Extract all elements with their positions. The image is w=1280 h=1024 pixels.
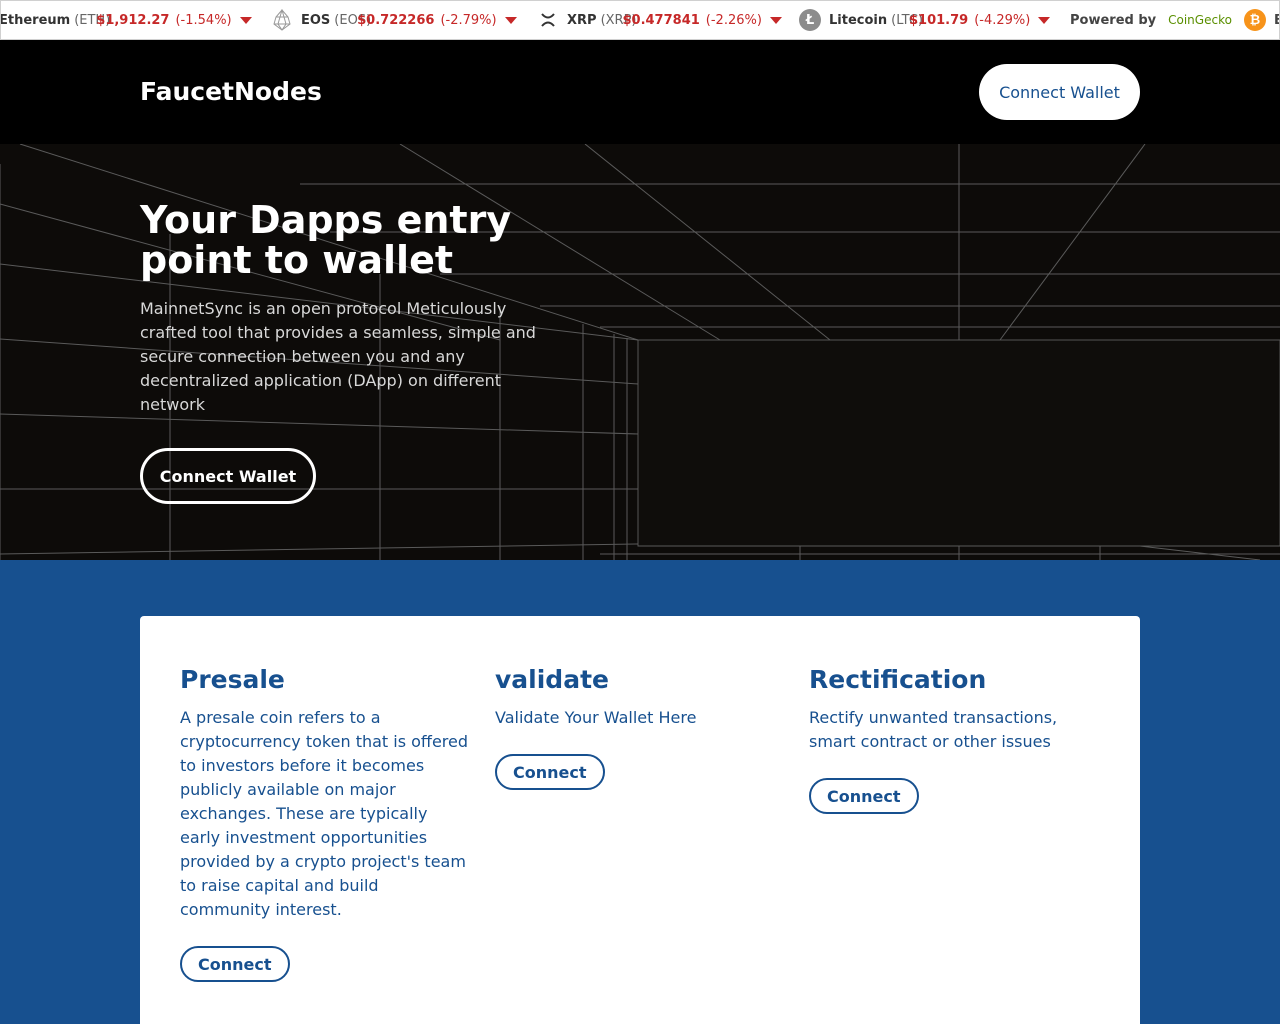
hero-section: Your Dapps entry point to wallet Mainnet… — [0, 144, 1280, 560]
service-description: Validate Your Wallet Here — [495, 708, 697, 727]
ticker-coin-name: Ethereum — [0, 12, 71, 28]
service-description: Rectify unwanted transactions, smart con… — [809, 708, 1058, 751]
ticker-coin-name: Litecoin — [829, 12, 888, 28]
service-title: Presale — [180, 665, 285, 694]
powered-by: Powered by CoinGecko ₿ B — [1070, 1, 1279, 39]
hero-description: MainnetSync is an open protocol Meticulo… — [140, 299, 536, 414]
service-title: Rectification — [809, 665, 987, 694]
ticker-coin-price: $101.79 — [908, 12, 969, 28]
validate-connect-button[interactable]: Connect — [495, 754, 605, 790]
ticker-coin-price: $0.477841 — [622, 12, 700, 28]
ticker-item-litecoin[interactable]: Ł Litecoin (LTC) $101.79 (-4.29%) — [799, 1, 1051, 39]
services-panel: Presale A presale coin refers to a crypt… — [140, 616, 1140, 1024]
chevron-down-icon[interactable] — [504, 16, 517, 24]
coingecko-link[interactable]: CoinGecko — [1168, 13, 1232, 27]
service-description: A presale coin refers to a cryptocurrenc… — [180, 708, 469, 919]
service-card-validate: validate Validate Your Wallet Here Conne… — [495, 664, 785, 790]
hero-title: Your Dapps entry point to wallet — [140, 198, 512, 282]
powered-by-label: Powered by — [1070, 12, 1157, 28]
ticker-coin-price: $1,912.27 — [96, 12, 170, 28]
rectification-connect-button[interactable]: Connect — [809, 778, 919, 814]
chevron-down-icon[interactable] — [239, 16, 252, 24]
presale-connect-button[interactable]: Connect — [180, 946, 290, 982]
site-logo[interactable]: FaucetNodes — [140, 77, 322, 106]
ticker-coin-change: (-4.29%) — [974, 12, 1031, 28]
eos-icon — [271, 9, 293, 31]
service-title: validate — [495, 665, 609, 694]
ticker-item-xrp[interactable]: XRP (XRP) $0.477841 (-2.26%) — [537, 1, 782, 39]
header-connect-wallet-button[interactable]: Connect Wallet — [979, 64, 1140, 120]
ticker-coin-name: XRP — [567, 12, 597, 28]
service-card-presale: Presale A presale coin refers to a crypt… — [180, 664, 470, 982]
xrp-icon — [537, 9, 559, 31]
price-ticker: Ethereum (ETH) $1,912.27 (-1.54%) EOS (E… — [0, 0, 1280, 40]
ticker-coin-change: (-2.26%) — [705, 12, 762, 28]
chevron-down-icon[interactable] — [1038, 16, 1051, 24]
ticker-coin-price: $0.722266 — [357, 12, 435, 28]
litecoin-icon: Ł — [799, 9, 821, 31]
ticker-item-ethereum[interactable]: Ethereum (ETH) $1,912.27 (-1.54%) — [0, 1, 252, 39]
ticker-coin-change: (-1.54%) — [175, 12, 232, 28]
bitcoin-icon: ₿ — [1243, 9, 1266, 31]
chevron-down-icon[interactable] — [769, 16, 782, 24]
site-header: FaucetNodes Connect Wallet — [0, 40, 1280, 144]
ticker-trailing-text: B — [1274, 13, 1279, 28]
hero-connect-wallet-button[interactable]: Connect Wallet — [140, 448, 316, 504]
ticker-coin-change: (-2.79%) — [440, 12, 497, 28]
service-card-rectification: Rectification Rectify unwanted transacti… — [809, 664, 1099, 814]
ticker-coin-name: EOS — [301, 12, 331, 28]
ticker-item-eos[interactable]: EOS (EOS) $0.722266 (-2.79%) — [271, 1, 517, 39]
